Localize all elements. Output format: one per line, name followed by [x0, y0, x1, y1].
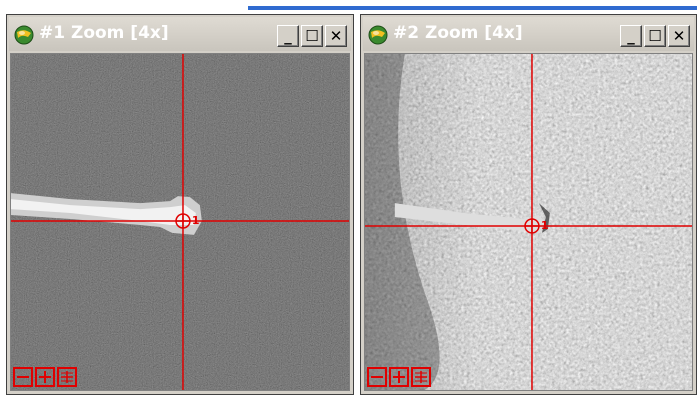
zoom-window-1[interactable]: #1 Zoom [4x] _ ☐ ✕ 1: [6, 14, 354, 395]
view-layout-toolbar: [367, 367, 431, 387]
single-view-icon[interactable]: [367, 367, 387, 387]
maximize-button[interactable]: ☐: [301, 25, 323, 47]
marker-label: 1: [541, 219, 549, 232]
minimize-button[interactable]: _: [277, 25, 299, 47]
zoom-image[interactable]: 1: [11, 54, 349, 390]
zoom-view[interactable]: 1: [10, 53, 350, 391]
single-view-icon[interactable]: [13, 367, 33, 387]
target-marker-icon: [175, 213, 191, 229]
window-title: #1 Zoom [4x]: [39, 23, 169, 43]
quad-view-icon[interactable]: [411, 367, 431, 387]
app-globe-icon: [14, 25, 34, 45]
close-button[interactable]: ✕: [668, 25, 690, 47]
cross-view-icon[interactable]: [389, 367, 409, 387]
app-globe-icon: [368, 25, 388, 45]
quad-view-icon[interactable]: [57, 367, 77, 387]
marker-label: 1: [192, 214, 200, 227]
close-button[interactable]: ✕: [325, 25, 347, 47]
window-title: #2 Zoom [4x]: [393, 23, 523, 43]
target-marker-icon: [524, 218, 540, 234]
cross-view-icon[interactable]: [35, 367, 55, 387]
maximize-button[interactable]: ☐: [644, 25, 666, 47]
zoom-image[interactable]: 1: [365, 54, 692, 390]
minimize-button[interactable]: _: [620, 25, 642, 47]
zoom-window-2[interactable]: #2 Zoom [4x] _ ☐ ✕ 1: [360, 14, 697, 395]
title-bar[interactable]: #1 Zoom [4x] _ ☐ ✕: [9, 17, 351, 51]
title-bar[interactable]: #2 Zoom [4x] _ ☐ ✕: [363, 17, 694, 51]
view-layout-toolbar: [13, 367, 77, 387]
background-window-edge: [248, 6, 697, 10]
zoom-view[interactable]: 1: [364, 53, 693, 391]
